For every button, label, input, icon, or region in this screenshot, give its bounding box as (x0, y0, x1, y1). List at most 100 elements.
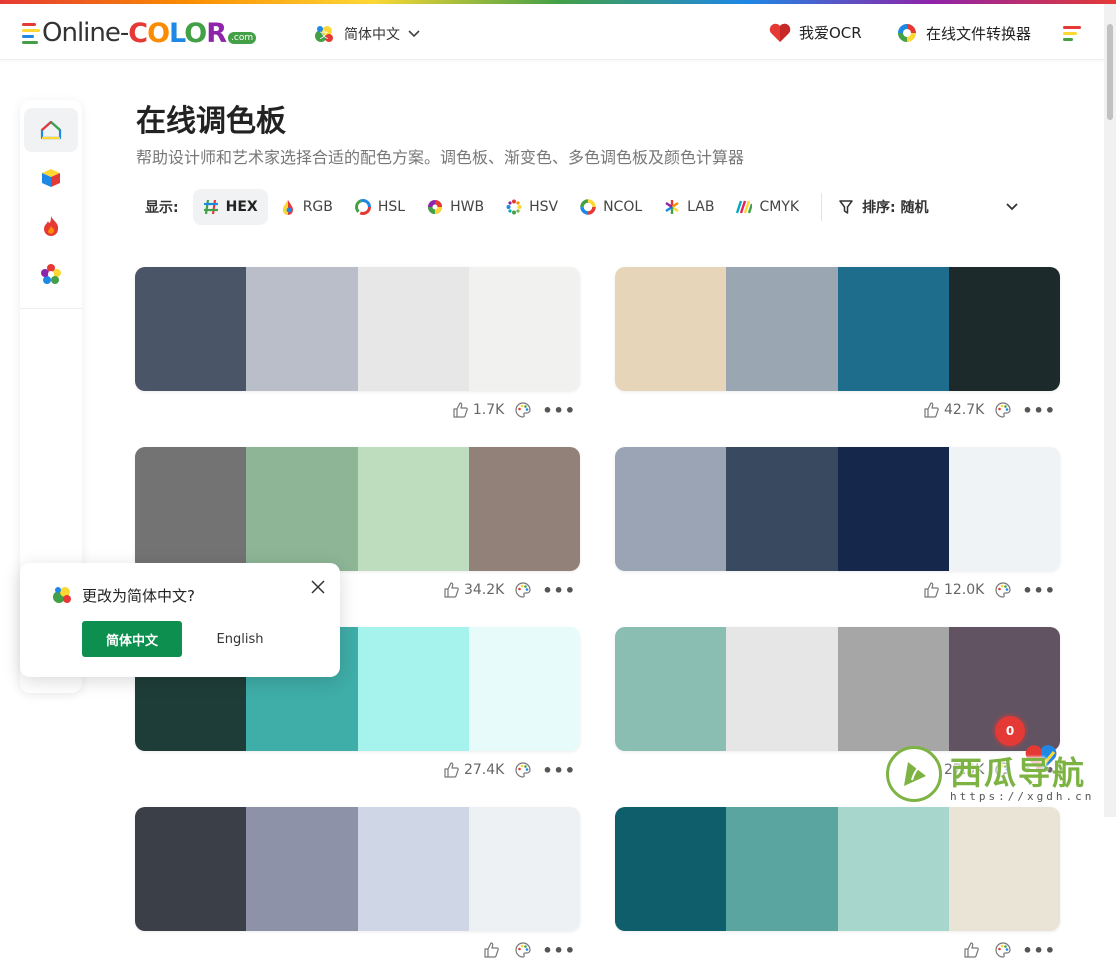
palette-swatches[interactable] (615, 627, 1060, 751)
scrollbar-thumb[interactable] (1107, 24, 1113, 120)
sort-dropdown[interactable]: 排序: 随机 (838, 197, 1018, 217)
palette-icon[interactable] (514, 761, 532, 779)
more-options-icon[interactable]: ••• (542, 761, 576, 780)
color-swatch[interactable] (837, 807, 949, 931)
color-swatch[interactable] (135, 447, 247, 571)
site-header: Online- COLOR .com 文 简体中文 我爱OCR 在线文件转换器 (0, 4, 1104, 60)
palette-swatches[interactable] (135, 267, 580, 391)
color-swatch[interactable] (357, 447, 469, 571)
color-swatch[interactable] (837, 627, 949, 751)
color-swatch[interactable] (357, 627, 469, 751)
more-options-icon[interactable]: ••• (542, 941, 576, 960)
color-swatch[interactable] (726, 807, 838, 931)
file-converter-link[interactable]: 在线文件转换器 (896, 22, 1031, 44)
palette-swatches[interactable] (615, 447, 1060, 571)
palette-swatches[interactable] (135, 807, 580, 931)
color-swatch[interactable] (468, 447, 580, 571)
hamburger-menu-icon[interactable] (1063, 26, 1081, 44)
color-swatch[interactable] (135, 267, 247, 391)
like-button[interactable]: 27.4K (443, 762, 504, 778)
sidebar-item-trending[interactable] (24, 204, 78, 248)
palette-card[interactable]: ••• (615, 807, 1060, 969)
palette-icon[interactable] (994, 941, 1012, 959)
sidebar-item-collections[interactable] (24, 252, 78, 296)
color-swatch[interactable] (615, 267, 727, 391)
palette-card[interactable]: 1.7K ••• (135, 267, 580, 429)
format-hwb-button[interactable]: HWB (417, 189, 494, 225)
sidebar-item-cube[interactable] (24, 156, 78, 200)
logo-com-badge: .com (228, 32, 257, 44)
site-logo[interactable]: Online- COLOR .com (22, 18, 257, 49)
star-icon (41, 264, 61, 284)
palette-swatches[interactable] (615, 267, 1060, 391)
like-button[interactable]: 12.0K (923, 582, 984, 598)
color-swatch[interactable] (948, 447, 1060, 571)
color-swatch[interactable] (726, 267, 838, 391)
more-options-icon[interactable]: ••• (1022, 401, 1056, 420)
palette-icon[interactable] (994, 401, 1012, 419)
color-swatch[interactable] (948, 807, 1060, 931)
color-swatch[interactable] (246, 807, 358, 931)
watermark-title: 西瓜导航 (950, 754, 1087, 792)
format-lab-button[interactable]: LAB (654, 189, 724, 225)
like-count: 12.0K (943, 582, 985, 598)
switch-chinese-button[interactable]: 简体中文 (82, 621, 182, 657)
like-button[interactable] (483, 942, 504, 958)
logo-mark-icon (22, 22, 40, 44)
keep-english-button[interactable]: English (202, 621, 278, 657)
color-swatch[interactable] (357, 807, 469, 931)
palette-card[interactable]: 12.0K ••• (615, 447, 1060, 609)
like-button[interactable]: 1.7K (452, 402, 504, 418)
like-button[interactable]: 42.7K (923, 402, 984, 418)
more-options-icon[interactable]: ••• (542, 401, 576, 420)
language-selector[interactable]: 文 简体中文 (312, 22, 420, 46)
color-swatch[interactable] (726, 627, 838, 751)
color-swatch[interactable] (726, 447, 838, 571)
color-swatch[interactable] (468, 267, 580, 391)
notification-badge[interactable]: 0 (995, 716, 1025, 746)
format-toolbar: 显示: HEX RGB HSL HWB HSV NCOL LAB CMYK 排序… (136, 188, 1018, 226)
format-cmyk-button[interactable]: CMYK (726, 189, 809, 225)
sidebar-item-home[interactable] (24, 108, 78, 152)
color-swatch[interactable] (615, 807, 727, 931)
more-options-icon[interactable]: ••• (1022, 581, 1056, 600)
format-hsl-button[interactable]: HSL (345, 189, 415, 225)
more-options-icon[interactable]: ••• (1022, 941, 1056, 960)
palette-swatches[interactable] (135, 447, 580, 571)
format-rgb-button[interactable]: RGB (270, 189, 343, 225)
color-swatch[interactable] (135, 807, 247, 931)
color-swatch[interactable] (468, 627, 580, 751)
palette-icon[interactable] (994, 581, 1012, 599)
palette-meta: 27.4K ••• (135, 751, 580, 789)
color-swatch[interactable] (837, 267, 949, 391)
format-lab-label: LAB (687, 199, 715, 215)
chevron-down-icon (408, 30, 420, 38)
color-swatch[interactable] (948, 267, 1060, 391)
color-swatch[interactable] (615, 447, 727, 571)
format-hsv-button[interactable]: HSV (496, 189, 568, 225)
format-hwb-label: HWB (450, 199, 485, 215)
like-button[interactable] (963, 942, 984, 958)
palette-card[interactable]: ••• (135, 807, 580, 969)
color-swatch[interactable] (468, 807, 580, 931)
palette-icon[interactable] (514, 941, 532, 959)
more-options-icon[interactable]: ••• (542, 581, 576, 600)
ocr-link[interactable]: 我爱OCR (769, 22, 862, 43)
color-swatch[interactable] (837, 447, 949, 571)
page-scrollbar[interactable] (1104, 4, 1116, 817)
color-swatch[interactable] (246, 447, 358, 571)
color-swatch[interactable] (246, 267, 358, 391)
language-globe-icon (53, 587, 71, 603)
format-hex-button[interactable]: HEX (192, 189, 268, 225)
color-swatch[interactable] (615, 627, 727, 751)
color-swatch[interactable] (357, 267, 469, 391)
palette-meta: 42.7K ••• (615, 391, 1060, 429)
popup-close-button[interactable] (307, 576, 329, 598)
like-button[interactable]: 34.2K (443, 582, 504, 598)
palette-icon[interactable] (514, 581, 532, 599)
language-label: 简体中文 (344, 27, 400, 43)
palette-swatches[interactable] (615, 807, 1060, 931)
palette-card[interactable]: 42.7K ••• (615, 267, 1060, 429)
format-ncol-button[interactable]: NCOL (570, 189, 652, 225)
palette-icon[interactable] (514, 401, 532, 419)
